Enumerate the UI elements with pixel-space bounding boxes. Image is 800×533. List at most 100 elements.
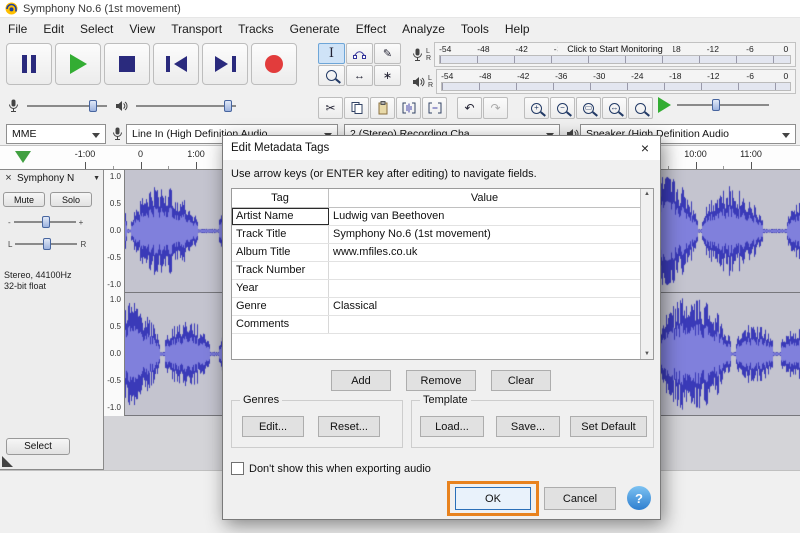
monitoring-hint[interactable]: Click to Start Monitoring xyxy=(557,44,673,54)
timeline-tick-minor xyxy=(667,166,669,169)
value-cell[interactable] xyxy=(329,280,640,297)
audio-host-select[interactable]: MME xyxy=(6,124,106,144)
undo-button[interactable]: ↶ xyxy=(457,97,482,119)
value-cell[interactable]: Classical xyxy=(329,298,640,315)
meter-scale-number: -36 xyxy=(555,71,568,81)
menu-tools[interactable]: Tools xyxy=(453,19,497,39)
remove-button[interactable]: Remove xyxy=(406,370,476,391)
menu-edit[interactable]: Edit xyxy=(35,19,72,39)
record-button[interactable] xyxy=(251,43,297,85)
zoom-in-button[interactable]: + xyxy=(524,97,549,119)
track-close-button[interactable]: × xyxy=(3,172,14,184)
pause-button[interactable] xyxy=(6,43,52,85)
scroll-down-icon[interactable]: ▼ xyxy=(644,351,650,357)
draw-tool-button[interactable]: ✎ xyxy=(374,43,401,64)
menu-tracks[interactable]: Tracks xyxy=(230,19,282,39)
template-load-button[interactable]: Load... xyxy=(420,416,484,437)
tag-cell[interactable]: Comments xyxy=(232,316,329,333)
template-save-button[interactable]: Save... xyxy=(496,416,560,437)
playback-meter[interactable]: LR -54 -48 -42 -36 -30 -24 -18 -12 -6 0 xyxy=(412,69,796,94)
scale-label: 0.0 xyxy=(109,226,121,235)
zoom-out-button[interactable]: − xyxy=(550,97,575,119)
play-at-speed-icon[interactable] xyxy=(658,97,671,113)
scroll-up-icon[interactable]: ▲ xyxy=(644,191,650,197)
recording-meter[interactable]: LR -54-48-42-36-30-24-18-12-60 Click to … xyxy=(412,42,796,67)
meter-scale-number: 0 xyxy=(783,44,789,54)
silence-audio-button[interactable] xyxy=(422,97,447,119)
template-set-default-button[interactable]: Set Default xyxy=(570,416,647,437)
selection-tool-button[interactable]: I xyxy=(318,43,345,64)
vertical-scale-ruler[interactable]: 1.0 0.5 0.0 -0.5 -1.0 1.0 0.5 0.0 -0.5 -1.0 xyxy=(104,170,125,416)
meter-scale-number: -48 xyxy=(477,44,490,54)
mute-button[interactable]: Mute xyxy=(3,192,45,207)
value-cell[interactable]: www.mfiles.co.uk xyxy=(329,244,640,261)
value-cell[interactable]: Ludwig van Beethoven xyxy=(329,208,640,225)
value-cell[interactable] xyxy=(329,316,640,333)
menu-analyze[interactable]: Analyze xyxy=(394,19,453,39)
skip-to-end-button[interactable] xyxy=(202,43,248,85)
value-cell[interactable] xyxy=(329,262,640,279)
slider-thumb[interactable] xyxy=(41,216,50,228)
slider-thumb[interactable] xyxy=(89,100,98,112)
zoom-toggle-button[interactable] xyxy=(628,97,653,119)
timeshift-tool-button[interactable]: ↔ xyxy=(346,65,373,86)
menu-file[interactable]: File xyxy=(0,19,35,39)
redo-button[interactable]: ↷ xyxy=(483,97,508,119)
cancel-button[interactable]: Cancel xyxy=(544,487,616,510)
value-cell[interactable]: Symphony No.6 (1st movement) xyxy=(329,226,640,243)
track-select-button[interactable]: Select xyxy=(6,438,70,455)
menu-generate[interactable]: Generate xyxy=(282,19,348,39)
menu-help[interactable]: Help xyxy=(497,19,538,39)
pan-slider[interactable] xyxy=(15,236,78,252)
play-button[interactable] xyxy=(55,43,101,85)
menu-view[interactable]: View xyxy=(121,19,163,39)
recording-volume-slider[interactable] xyxy=(27,98,107,114)
menu-effect[interactable]: Effect xyxy=(348,19,394,39)
menu-select[interactable]: Select xyxy=(72,19,121,39)
microphone-icon xyxy=(112,127,123,141)
tag-cell[interactable]: Album Title xyxy=(232,244,329,261)
trim-audio-button[interactable] xyxy=(396,97,421,119)
zoom-fit-button[interactable]: ↔ xyxy=(602,97,627,119)
tag-cell[interactable]: Artist Name xyxy=(232,208,329,225)
track-name[interactable]: Symphony N xyxy=(17,173,90,184)
genres-edit-button[interactable]: Edit... xyxy=(242,416,304,437)
tag-cell[interactable]: Track Number xyxy=(232,262,329,279)
cut-button[interactable]: ✂ xyxy=(318,97,343,119)
clear-button[interactable]: Clear xyxy=(491,370,551,391)
tag-cell[interactable]: Track Title xyxy=(232,226,329,243)
microphone-icon xyxy=(8,99,19,113)
zoom-tool-button[interactable] xyxy=(318,65,345,86)
skip-to-start-button[interactable] xyxy=(153,43,199,85)
solo-button[interactable]: Solo xyxy=(50,192,92,207)
zoom-in-icon: + xyxy=(531,102,542,114)
track-collapse-handle[interactable] xyxy=(2,456,13,467)
track-menu-dropdown-icon[interactable]: ▼ xyxy=(93,175,100,182)
multi-tool-button[interactable]: ∗ xyxy=(374,65,401,86)
genres-reset-button[interactable]: Reset... xyxy=(318,416,380,437)
zoom-selection-button[interactable]: ▭ xyxy=(576,97,601,119)
stop-button[interactable] xyxy=(104,43,150,85)
slider-thumb[interactable] xyxy=(224,100,232,112)
copy-button[interactable] xyxy=(344,97,369,119)
envelope-tool-button[interactable] xyxy=(346,43,373,64)
dialog-close-button[interactable]: × xyxy=(630,136,660,160)
timeline-pin-icon[interactable] xyxy=(15,151,31,163)
tag-cell[interactable]: Genre xyxy=(232,298,329,315)
slider-thumb[interactable] xyxy=(43,238,52,250)
help-button[interactable]: ? xyxy=(627,486,651,510)
playback-volume-slider[interactable] xyxy=(136,98,236,114)
gain-slider[interactable] xyxy=(13,214,76,230)
paste-button[interactable] xyxy=(370,97,395,119)
ok-button[interactable]: OK xyxy=(455,487,531,510)
dont-show-checkbox[interactable] xyxy=(231,462,244,475)
dont-show-checkbox-row: Don't show this when exporting audio xyxy=(231,462,431,475)
meter-scale-number: -30 xyxy=(593,71,606,81)
tag-cell[interactable]: Year xyxy=(232,280,329,297)
menu-transport[interactable]: Transport xyxy=(163,19,230,39)
mixer-toolbar xyxy=(8,98,236,114)
slider-thumb[interactable] xyxy=(711,99,720,111)
add-button[interactable]: Add xyxy=(331,370,391,391)
play-speed-slider[interactable] xyxy=(677,97,769,113)
table-scrollbar[interactable]: ▲ ▼ xyxy=(640,189,653,359)
